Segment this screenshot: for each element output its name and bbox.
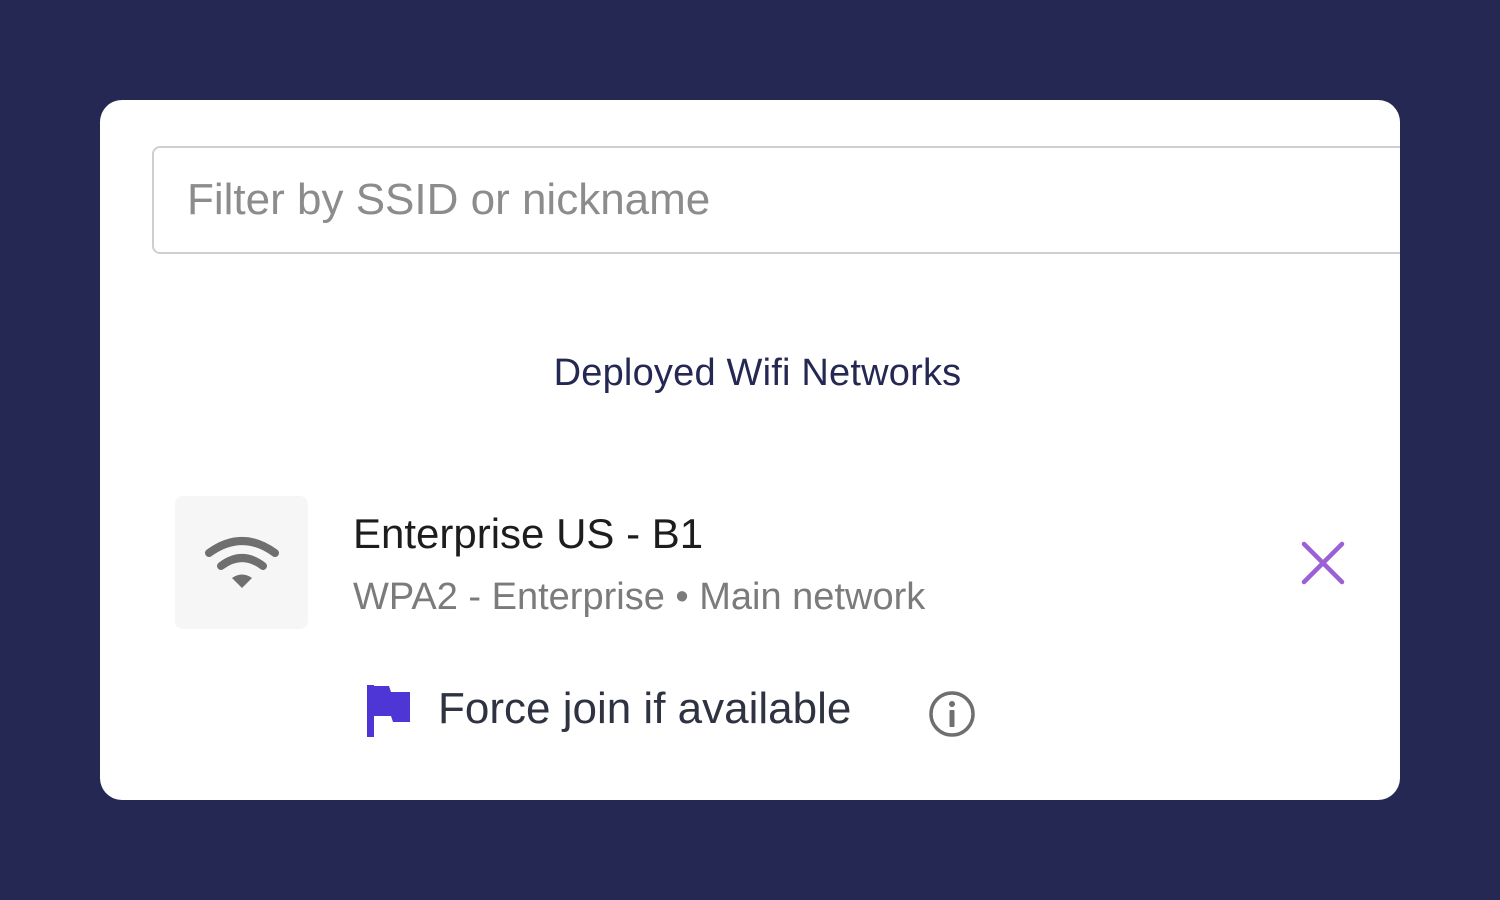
- remove-network-button[interactable]: [1298, 538, 1348, 588]
- wifi-networks-card: Deployed Wifi Networks Enterprise US - B…: [100, 100, 1400, 800]
- force-join-info-button[interactable]: [927, 689, 977, 739]
- section-title: Deployed Wifi Networks: [553, 352, 962, 394]
- wifi-icon: [205, 537, 279, 588]
- force-join-label: Force join if available: [438, 684, 852, 733]
- info-icon[interactable]: [927, 689, 977, 739]
- network-name: Enterprise US - B1: [353, 510, 704, 557]
- network-icon-tile: [175, 496, 308, 629]
- network-security-meta: WPA2 - Enterprise • Main network: [353, 576, 926, 618]
- ssid-filter-input[interactable]: [152, 146, 1400, 254]
- flag-icon: [367, 685, 410, 737]
- close-icon[interactable]: [1298, 538, 1348, 588]
